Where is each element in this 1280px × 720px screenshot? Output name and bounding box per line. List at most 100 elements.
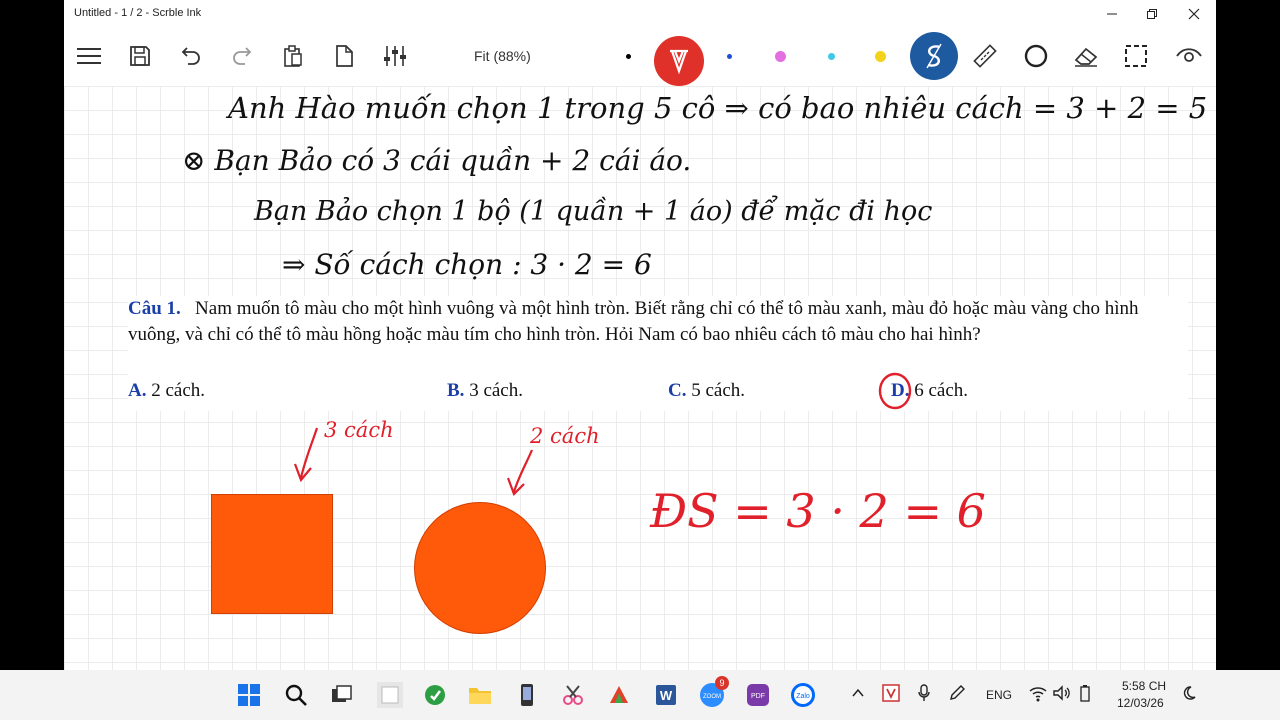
view-button[interactable] xyxy=(1172,38,1206,74)
restore-button[interactable] xyxy=(1132,0,1172,28)
option-c-text: 5 cách. xyxy=(691,380,746,401)
windows-icon xyxy=(238,684,260,706)
hamburger-icon xyxy=(77,48,101,64)
save-icon xyxy=(130,46,150,66)
app-icon-1[interactable] xyxy=(422,682,448,708)
pen-color-black[interactable] xyxy=(626,54,631,59)
ink-canvas[interactable]: Anh Hào muốn chọn 1 trong 5 cô ⇒ có bao … xyxy=(64,86,1216,670)
circle-arrow xyxy=(506,449,534,496)
option-b: B. 3 cách. xyxy=(447,378,523,404)
pen-color-cyan[interactable] xyxy=(828,53,835,60)
wifi-tray[interactable] xyxy=(1028,684,1048,705)
zalo-icon: Zalo xyxy=(791,683,815,707)
menu-button[interactable] xyxy=(72,38,106,74)
app-icon-phone[interactable] xyxy=(514,682,540,708)
answer-equation: ĐS = 3 · 2 = 6 xyxy=(650,484,986,538)
pen-color-pink[interactable] xyxy=(775,51,786,62)
tray-overflow-button[interactable] xyxy=(851,686,865,703)
tray-app-v[interactable] xyxy=(882,684,900,705)
answer-circle-mark xyxy=(878,372,912,410)
file-explorer-button[interactable] xyxy=(467,682,493,708)
eraser-button[interactable] xyxy=(1069,38,1103,74)
smooth-ink-button[interactable] xyxy=(910,32,958,80)
ruler-button[interactable] xyxy=(968,38,1002,74)
chevron-up-icon xyxy=(852,688,864,697)
question-block: Câu 1. Nam muốn tô màu cho một hình vuôn… xyxy=(128,296,1188,411)
task-view-button[interactable] xyxy=(328,682,354,708)
save-button[interactable] xyxy=(123,38,157,74)
battery-icon xyxy=(1080,685,1090,702)
pen-tray[interactable] xyxy=(948,684,966,705)
active-pen-button[interactable] xyxy=(654,36,704,86)
select-button[interactable] xyxy=(1119,38,1153,74)
option-b-key: B. xyxy=(447,380,465,401)
pdf-icon: PDF xyxy=(747,684,769,706)
clock-date[interactable]: 12/03/26 xyxy=(1117,696,1164,710)
task-view-icon xyxy=(332,685,352,702)
undo-button[interactable] xyxy=(174,38,208,74)
pen-nib-icon xyxy=(670,49,688,75)
option-b-text: 3 cách. xyxy=(469,380,523,401)
page-icon xyxy=(336,45,353,67)
option-d-text: 6 cách. xyxy=(914,380,969,401)
shape-button[interactable] xyxy=(1019,38,1053,74)
wifi-icon xyxy=(1029,687,1047,702)
svg-text:Zalo: Zalo xyxy=(796,693,810,700)
clipboard-icon xyxy=(284,45,302,67)
ink-stroke-icon xyxy=(926,43,942,69)
scissors-icon xyxy=(563,685,583,705)
word-icon: W xyxy=(656,685,676,705)
close-button[interactable] xyxy=(1174,0,1214,28)
pen-color-blue[interactable] xyxy=(727,54,732,59)
speaker-icon xyxy=(1053,685,1070,701)
search-button[interactable] xyxy=(283,682,309,708)
paint-icon xyxy=(610,686,628,703)
taskbar: W ZOOM 9 PDF Zalo ENG 5:58 CH 12/03/26 xyxy=(0,670,1280,720)
start-button[interactable] xyxy=(236,682,262,708)
microphone-tray[interactable] xyxy=(917,684,931,705)
colorful-app-icon xyxy=(425,685,445,705)
zoom-level[interactable]: Fit (88%) xyxy=(474,48,531,64)
scrble-ink-window: Untitled - 1 / 2 - Scrble Ink Fit (88%) … xyxy=(64,0,1216,670)
circle-note: 2 cách xyxy=(530,424,600,448)
handwritten-line-1: Anh Hào muốn chọn 1 trong 5 cô ⇒ có bao … xyxy=(228,91,1208,125)
moon-icon xyxy=(1183,686,1196,700)
pdf-app-button[interactable]: PDF xyxy=(745,682,771,708)
clock-time[interactable]: 5:58 CH xyxy=(1122,679,1166,693)
phone-icon xyxy=(521,684,533,706)
eye-icon xyxy=(1176,48,1202,62)
paste-button[interactable] xyxy=(276,38,310,74)
zoom-app-button[interactable]: ZOOM 9 xyxy=(699,676,729,708)
circle-shape xyxy=(414,502,546,634)
adjust-button[interactable] xyxy=(378,38,412,74)
svg-text:W: W xyxy=(660,688,673,703)
ruler-icon xyxy=(973,44,997,68)
snipping-tool-button[interactable] xyxy=(560,682,586,708)
undo-icon xyxy=(181,47,200,65)
option-c: C. 5 cách. xyxy=(668,378,745,404)
square-shape xyxy=(211,494,333,614)
volume-tray[interactable] xyxy=(1052,684,1072,705)
app-window-icon xyxy=(381,686,399,704)
pen-color-yellow[interactable] xyxy=(875,51,886,62)
focus-assist-tray[interactable] xyxy=(1181,685,1197,704)
battery-tray[interactable] xyxy=(1078,684,1092,705)
new-page-button[interactable] xyxy=(327,38,361,74)
handwritten-line-4: ⇒ Số cách chọn : 3 · 2 = 6 xyxy=(282,248,652,281)
microphone-icon xyxy=(918,684,930,701)
window-title: Untitled - 1 / 2 - Scrble Ink xyxy=(74,7,202,19)
app-icon-paint[interactable] xyxy=(606,682,632,708)
scrble-ink-taskbar-app[interactable] xyxy=(377,682,403,708)
notification-badge: 9 xyxy=(715,676,729,690)
language-indicator[interactable]: ENG xyxy=(986,688,1012,702)
minimize-button[interactable] xyxy=(1092,0,1132,28)
selection-icon xyxy=(1125,45,1147,67)
pen-icon xyxy=(950,685,965,700)
redo-button[interactable] xyxy=(225,38,259,74)
svg-text:PDF: PDF xyxy=(751,693,765,700)
sliders-icon xyxy=(384,46,406,66)
close-icon xyxy=(1188,8,1200,20)
zalo-button[interactable]: Zalo xyxy=(790,682,816,708)
word-button[interactable]: W xyxy=(653,682,679,708)
square-note: 3 cách xyxy=(324,418,394,442)
